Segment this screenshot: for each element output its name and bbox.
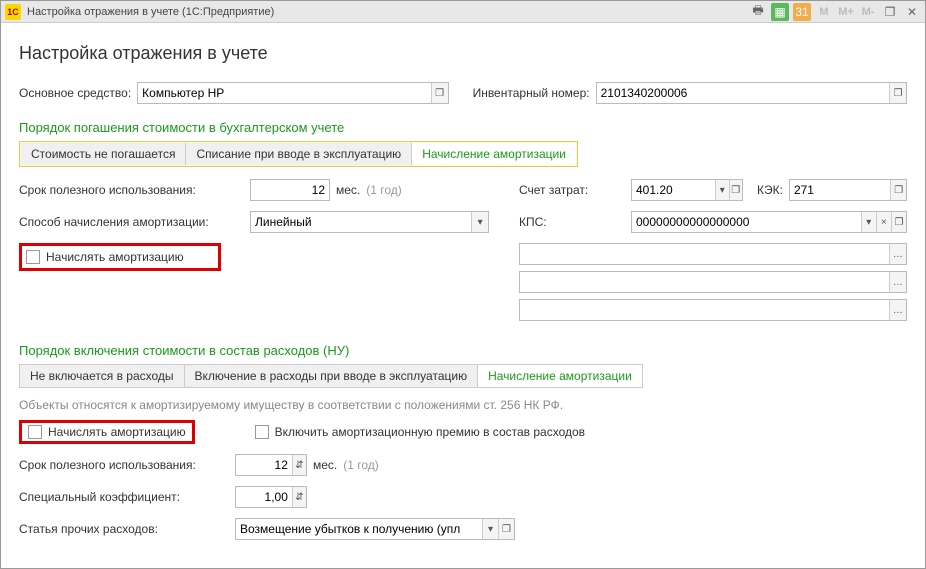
extra-field-3[interactable]: …: [519, 299, 907, 321]
highlight-box-1: Начислять амортизацию: [19, 243, 221, 271]
coef-input[interactable]: [236, 490, 292, 504]
open-icon[interactable]: ❐: [889, 83, 906, 103]
useful-life-label: Срок полезного использования:: [19, 183, 244, 197]
chevron-down-icon[interactable]: ▾: [715, 180, 729, 200]
highlight-box-2: Начислять амортизацию: [19, 420, 195, 444]
expense-field[interactable]: ▾ ❐: [235, 518, 515, 540]
nu-useful-life-unit: мес.: [313, 458, 337, 472]
inv-field[interactable]: ❐: [596, 82, 907, 104]
open-icon[interactable]: ❐: [891, 212, 906, 232]
tab-nu-noexpense[interactable]: Не включается в расходы: [20, 365, 185, 387]
account-field[interactable]: ▾ ❐: [631, 179, 743, 201]
tab-no-depreciation[interactable]: Стоимость не погашается: [21, 143, 186, 165]
stepper-icon[interactable]: ⇵: [292, 487, 306, 507]
kps-label: КПС:: [519, 215, 625, 229]
nu-useful-life-field[interactable]: ⇵: [235, 454, 307, 476]
nu-charge-amort-label: Начислять амортизацию: [48, 425, 186, 439]
extra-field-2[interactable]: …: [519, 271, 907, 293]
bonus-label: Включить амортизационную премию в состав…: [275, 425, 585, 439]
open-icon[interactable]: ❐: [431, 83, 448, 103]
more-icon[interactable]: …: [889, 272, 906, 292]
titlebar: 1C Настройка отражения в учете (1С:Предп…: [1, 1, 925, 23]
expense-label: Статья прочих расходов:: [19, 522, 229, 536]
content-area: Настройка отражения в учете Основное сре…: [1, 23, 925, 564]
close-icon[interactable]: ✕: [903, 3, 921, 21]
useful-life-input[interactable]: [251, 183, 329, 197]
nu-useful-life-label: Срок полезного использования:: [19, 458, 229, 472]
chevron-down-icon[interactable]: ▾: [861, 212, 876, 232]
asset-field[interactable]: ❐: [137, 82, 448, 104]
chevron-down-icon[interactable]: ▾: [482, 519, 498, 539]
useful-life-field[interactable]: [250, 179, 330, 201]
tab-nu-amortization[interactable]: Начисление амортизации: [478, 365, 642, 387]
useful-life-unit: мес.: [336, 183, 360, 197]
account-input[interactable]: [632, 183, 715, 197]
method-input[interactable]: [251, 215, 471, 229]
kps-field[interactable]: ▾ × ❐: [631, 211, 907, 233]
titlebar-actions: 🖶 ▦ 31 M M+ M- ❐ ✕: [749, 3, 921, 21]
extra-input-2[interactable]: [520, 275, 889, 289]
section1-title: Порядок погашения стоимости в бухгалтерс…: [19, 120, 907, 135]
useful-life-hint: (1 год): [366, 183, 402, 197]
calendar-icon[interactable]: 31: [793, 3, 811, 21]
more-icon[interactable]: …: [889, 244, 906, 264]
memory-mplus-button[interactable]: M+: [837, 3, 855, 21]
coef-label: Специальный коэффициент:: [19, 490, 229, 504]
tab-writeoff-commissioning[interactable]: Списание при вводе в эксплуатацию: [186, 143, 412, 165]
method-label: Способ начисления амортизации:: [19, 215, 244, 229]
memory-m-button[interactable]: M: [815, 3, 833, 21]
coef-field[interactable]: ⇵: [235, 486, 307, 508]
page-title: Настройка отражения в учете: [19, 43, 907, 64]
app-logo-icon: 1C: [5, 4, 21, 20]
open-icon[interactable]: ❐: [890, 180, 906, 200]
charge-amort-checkbox[interactable]: [26, 250, 40, 264]
extra-field-1[interactable]: …: [519, 243, 907, 265]
nu-useful-life-input[interactable]: [236, 458, 292, 472]
section2-note: Объекты относятся к амортизируемому имущ…: [19, 398, 907, 412]
detach-icon[interactable]: ❐: [881, 3, 899, 21]
open-icon[interactable]: ❐: [498, 519, 514, 539]
stepper-icon[interactable]: ⇵: [292, 455, 306, 475]
calc-icon[interactable]: ▦: [771, 3, 789, 21]
extra-input-3[interactable]: [520, 303, 889, 317]
tab-nu-expense-commission[interactable]: Включение в расходы при вводе в эксплуат…: [185, 365, 479, 387]
app-window: 1C Настройка отражения в учете (1С:Предп…: [0, 0, 926, 569]
memory-mminus-button[interactable]: M-: [859, 3, 877, 21]
more-icon[interactable]: …: [889, 300, 906, 320]
clear-icon[interactable]: ×: [876, 212, 891, 232]
method-field[interactable]: ▾: [250, 211, 489, 233]
charge-amort-label: Начислять амортизацию: [46, 250, 184, 264]
expense-input[interactable]: [236, 522, 482, 536]
nu-useful-life-hint: (1 год): [343, 458, 379, 472]
inv-label: Инвентарный номер:: [473, 86, 590, 100]
window-title: Настройка отражения в учете (1С:Предприя…: [27, 6, 749, 18]
bonus-checkbox[interactable]: [255, 425, 269, 439]
section2-title: Порядок включения стоимости в состав рас…: [19, 343, 907, 358]
extra-input-1[interactable]: [520, 247, 889, 261]
print-icon[interactable]: 🖶: [749, 3, 767, 21]
asset-label: Основное средство:: [19, 86, 131, 100]
section2-tabs: Не включается в расходы Включение в расх…: [19, 364, 643, 388]
kps-input[interactable]: [632, 215, 861, 229]
tab-amortization[interactable]: Начисление амортизации: [412, 143, 576, 165]
account-label: Счет затрат:: [519, 183, 625, 197]
kek-input[interactable]: [790, 183, 891, 197]
kek-field[interactable]: ❐: [789, 179, 907, 201]
inv-input[interactable]: [597, 86, 889, 100]
nu-charge-amort-checkbox[interactable]: [28, 425, 42, 439]
open-icon[interactable]: ❐: [729, 180, 743, 200]
asset-input[interactable]: [138, 86, 430, 100]
kek-label: КЭК:: [757, 183, 783, 197]
section1-tabs: Стоимость не погашается Списание при вво…: [19, 141, 578, 167]
asset-row: Основное средство: ❐ Инвентарный номер: …: [19, 82, 907, 104]
chevron-down-icon[interactable]: ▾: [471, 212, 488, 232]
